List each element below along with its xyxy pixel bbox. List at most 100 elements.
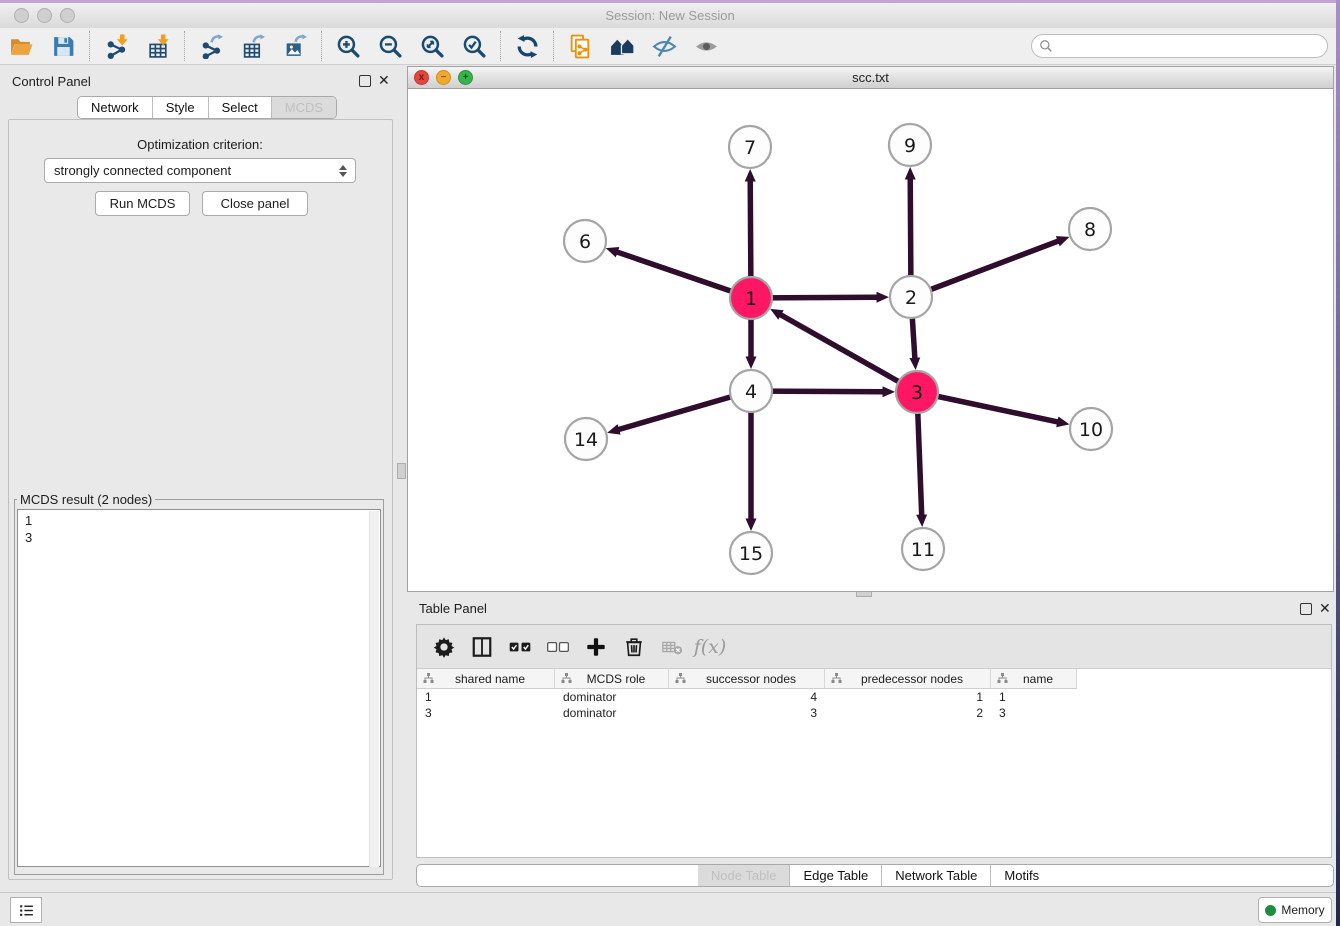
graph-node-15[interactable]: 15 (730, 532, 772, 574)
graph-node-3[interactable]: 3 (896, 371, 938, 413)
tab-network[interactable]: Network (78, 97, 153, 118)
column-header-MCDS-role[interactable]: MCDS role (555, 669, 669, 689)
network-frame-titlebar[interactable]: x − + scc.txt (408, 67, 1333, 89)
zoom-fit-button[interactable] (411, 30, 453, 62)
tab-edge-table[interactable]: Edge Table (790, 865, 882, 886)
toolbar-separator (89, 31, 90, 61)
close-panel-button[interactable]: Close panel (202, 191, 308, 216)
task-history-button[interactable] (10, 897, 42, 923)
open-folder-icon (9, 34, 34, 59)
delete-column-button[interactable] (615, 630, 653, 664)
split-panel-button[interactable] (463, 630, 501, 664)
import-network-button[interactable] (95, 30, 137, 62)
toolbar-separator (321, 31, 322, 61)
zoom-out-button[interactable] (369, 30, 411, 62)
node-label: 7 (744, 137, 756, 159)
cell-predecessor-nodes[interactable]: 1 (825, 690, 991, 704)
run-mcds-button[interactable]: Run MCDS (95, 191, 190, 216)
cell-successor-nodes[interactable]: 4 (669, 690, 825, 704)
show-navigator-button[interactable] (601, 30, 643, 62)
table-panel-close-button[interactable]: ✕ (1319, 601, 1331, 615)
table-settings-button[interactable] (425, 630, 463, 664)
cell-shared-name[interactable]: 1 (417, 690, 555, 704)
memory-button[interactable]: Memory (1258, 897, 1332, 923)
table-panel-float-button[interactable] (1300, 603, 1312, 615)
cell-MCDS-role[interactable]: dominator (555, 706, 669, 720)
table-toolbar: f(x) (417, 625, 1331, 669)
control-panel-float-button[interactable] (359, 75, 371, 87)
hide-details-button[interactable] (643, 30, 685, 62)
control-panel-tabs: NetworkStyleSelectMCDS (77, 96, 337, 119)
tab-select[interactable]: Select (209, 97, 272, 118)
cell-shared-name[interactable]: 3 (417, 706, 555, 720)
export-table-icon (241, 34, 266, 59)
split-column-icon (471, 636, 493, 658)
tab-motifs[interactable]: Motifs (991, 865, 1052, 886)
column-header-successor-nodes[interactable]: successor nodes (669, 669, 825, 689)
mcds-result-list[interactable]: 1 3 (17, 509, 381, 867)
list-icon (18, 902, 35, 919)
cell-predecessor-nodes[interactable]: 2 (825, 706, 991, 720)
tab-network-table[interactable]: Network Table (882, 865, 991, 886)
cell-name[interactable]: 3 (991, 706, 1077, 720)
search-field[interactable] (1031, 34, 1328, 58)
houses-icon (610, 34, 635, 59)
tab-mcds[interactable]: MCDS (272, 97, 336, 118)
export-image-button[interactable] (274, 30, 316, 62)
table-row[interactable]: 3dominator323 (417, 705, 1331, 721)
apply-layout-button[interactable] (506, 30, 548, 62)
graph-node-4[interactable]: 4 (730, 370, 772, 412)
cell-successor-nodes[interactable]: 3 (669, 706, 825, 720)
attribute-tree-icon (831, 673, 842, 684)
search-input[interactable] (1057, 38, 1327, 54)
import-table-button[interactable] (137, 30, 179, 62)
select-all-columns-button[interactable] (501, 630, 539, 664)
export-table-button[interactable] (232, 30, 274, 62)
graph-node-14[interactable]: 14 (565, 418, 607, 460)
edge-2-8[interactable] (911, 241, 1058, 297)
clone-network-button[interactable] (559, 30, 601, 62)
toolbar-separator (553, 31, 554, 61)
graph-node-8[interactable]: 8 (1069, 208, 1111, 250)
window-titlebar[interactable]: Session: New Session (0, 3, 1340, 29)
tab-style[interactable]: Style (153, 97, 209, 118)
create-column-button[interactable] (577, 630, 615, 664)
table-row[interactable]: 1dominator411 (417, 689, 1331, 705)
eye-slash-icon (652, 34, 677, 59)
mcds-scrollbar[interactable] (369, 511, 379, 867)
graph-node-6[interactable]: 6 (564, 220, 606, 262)
tab-node-table[interactable]: Node Table (698, 865, 791, 886)
criterion-dropdown[interactable]: strongly connected component (44, 158, 356, 183)
deselect-all-columns-button[interactable] (539, 630, 577, 664)
trash-icon (623, 636, 645, 658)
attribute-tree-icon (423, 673, 434, 684)
node-label: 3 (911, 382, 923, 404)
save-session-button[interactable] (42, 30, 84, 62)
cell-name[interactable]: 1 (991, 690, 1077, 704)
column-header-shared-name[interactable]: shared name (417, 669, 555, 689)
table-panel-title: Table Panel (419, 601, 487, 616)
cell-MCDS-role[interactable]: dominator (555, 690, 669, 704)
graph-node-9[interactable]: 9 (889, 124, 931, 166)
column-header-name[interactable]: name (991, 669, 1077, 689)
export-network-icon (199, 34, 224, 59)
edge-3-1[interactable] (781, 315, 917, 392)
network-frame-title: scc.txt (408, 70, 1333, 85)
control-panel-close-button[interactable]: ✕ (378, 73, 390, 87)
column-header-predecessor-nodes[interactable]: predecessor nodes (825, 669, 991, 689)
network-graph-canvas[interactable]: 7 9 6 8 1 2 4 3 14 10 15 11 (408, 89, 1333, 591)
control-panel-header: Control Panel ✕ (0, 68, 400, 94)
graph-node-7[interactable]: 7 (729, 126, 771, 168)
graph-node-10[interactable]: 10 (1070, 408, 1112, 450)
vertical-splitter-grip[interactable] (397, 463, 406, 479)
graph-node-1[interactable]: 1 (730, 277, 772, 319)
clone-network-icon (568, 34, 593, 59)
graph-node-11[interactable]: 11 (902, 528, 944, 570)
zoom-selected-icon (462, 34, 487, 59)
show-details-button[interactable] (685, 30, 727, 62)
zoom-selected-button[interactable] (453, 30, 495, 62)
zoom-in-button[interactable] (327, 30, 369, 62)
graph-node-2[interactable]: 2 (890, 276, 932, 318)
export-network-button[interactable] (190, 30, 232, 62)
open-session-button[interactable] (0, 30, 42, 62)
